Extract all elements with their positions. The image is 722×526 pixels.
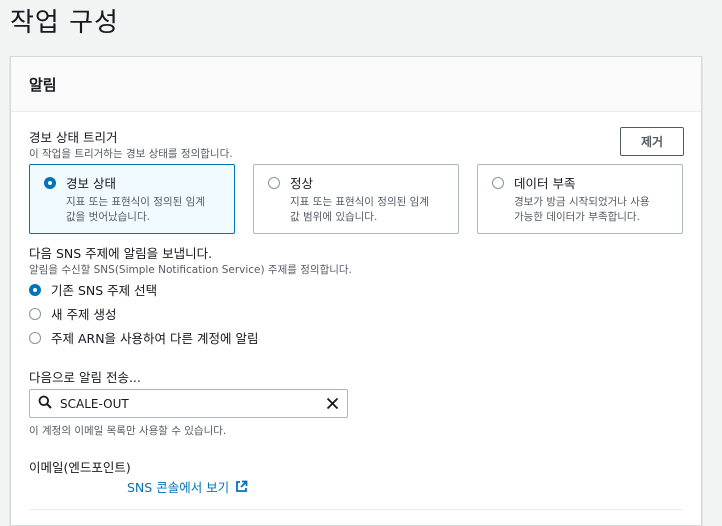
sns-description: 알림을 수신할 SNS(Simple Notification Service)… [29,264,352,276]
sns-console-link-label: SNS 콘솔에서 보기 [127,480,230,495]
ok-state-radio[interactable] [268,177,280,189]
existing-topic-radio[interactable] [29,283,41,296]
external-link-icon [235,480,248,493]
sns-option-label: 새 주제 생성 [51,307,117,322]
state-card-desc-line1: 경보가 방금 시작되었거나 사용 [514,196,650,208]
topic-search-field[interactable] [29,389,348,418]
panel-header: 알림 [11,57,701,112]
sns-option-arn[interactable]: 주제 ARN을 사용하여 다른 계정에 알림 [29,328,258,347]
state-card-desc-line1: 지표 또는 표현식이 정의된 임계 [66,196,205,208]
new-topic-radio[interactable] [29,307,41,320]
sns-option-new[interactable]: 새 주제 생성 [29,304,116,323]
search-icon [38,394,52,413]
state-card-title: 데이터 부족 [514,176,576,191]
sns-option-label: 주제 ARN을 사용하여 다른 계정에 알림 [51,331,259,346]
state-card-desc-line2: 값 범위에 있습니다. [290,211,378,223]
state-card-title: 정상 [290,176,314,191]
trigger-label: 경보 상태 트리거 [29,130,118,145]
sns-option-label: 기존 SNS 주제 선택 [51,283,158,298]
notification-panel: 알림 경보 상태 트리거 이 작업을 트리거하는 경보 상태를 정의합니다. 제… [10,56,702,526]
page-title: 작업 구성 [10,8,119,38]
topic-search-input[interactable] [60,396,326,411]
state-card-insufficient-data[interactable]: 데이터 부족 경보가 방금 시작되었거나 사용 가능한 데이터가 부족합니다. [477,164,683,234]
close-icon[interactable] [326,397,339,410]
state-card-title: 경보 상태 [66,176,116,191]
endpoint-label: 이메일(엔드포인트) [29,460,131,475]
state-card-desc-line1: 지표 또는 표현식이 정의된 임계 [290,196,429,208]
send-to-label: 다음으로 알림 전송... [29,370,141,385]
sns-label: 다음 SNS 주제에 알림을 보냅니다. [29,246,213,261]
send-to-hint: 이 계정의 이메일 목록만 사용할 수 있습니다. [29,425,227,437]
alarm-state-radio[interactable] [44,177,56,189]
state-card-desc-line2: 값을 벗어났습니다. [66,211,150,223]
insufficient-data-radio[interactable] [492,177,504,189]
state-card-desc-line2: 가능한 데이터가 부족합니다. [514,211,640,223]
state-card-alarm[interactable]: 경보 상태 지표 또는 표현식이 정의된 임계 값을 벗어났습니다. [29,164,235,234]
state-card-ok[interactable]: 정상 지표 또는 표현식이 정의된 임계 값 범위에 있습니다. [253,164,459,234]
sns-console-link[interactable]: SNS 콘솔에서 보기 [127,477,248,496]
sns-option-existing[interactable]: 기존 SNS 주제 선택 [29,280,157,299]
divider [29,509,683,510]
panel-title: 알림 [29,75,57,94]
trigger-description: 이 작업을 트리거하는 경보 상태를 정의합니다. [29,148,233,160]
remove-button[interactable]: 제거 [620,127,684,156]
topic-arn-radio[interactable] [29,331,41,344]
